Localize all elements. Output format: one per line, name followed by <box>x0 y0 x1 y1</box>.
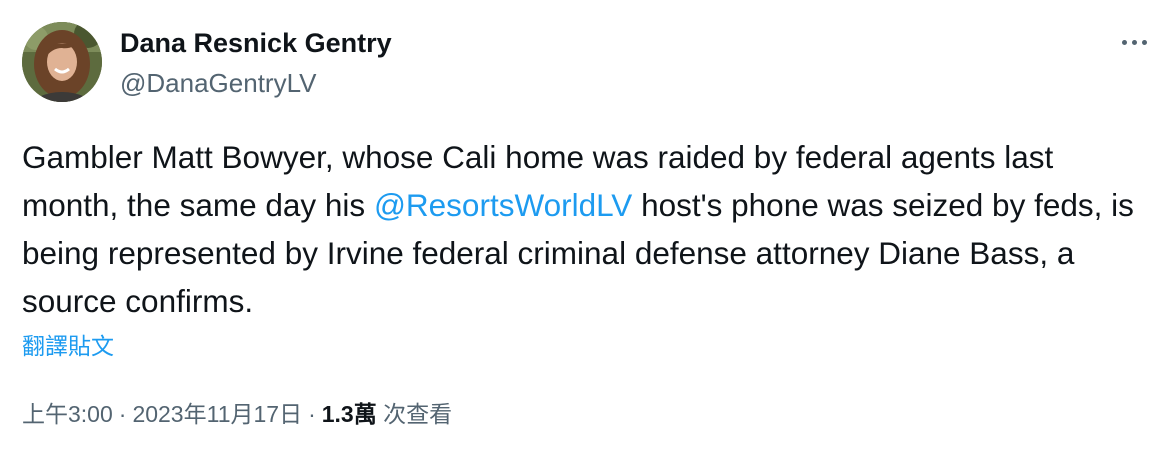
avatar-image <box>22 22 102 102</box>
avatar[interactable] <box>22 22 102 102</box>
translate-post-link[interactable]: 翻譯貼文 <box>22 330 114 362</box>
ellipsis-icon <box>1131 39 1137 45</box>
meta-separator: · <box>118 401 127 427</box>
more-options-button[interactable] <box>1112 30 1156 54</box>
author-name[interactable]: Dana Resnick Gentry <box>120 27 392 59</box>
tweet-card: Dana Resnick Gentry @DanaGentryLV Gamble… <box>0 0 1172 460</box>
author-handle[interactable]: @DanaGentryLV <box>120 68 316 98</box>
ellipsis-icon <box>1121 39 1127 45</box>
mention-link[interactable]: @ResortsWorldLV <box>374 187 632 223</box>
views-count[interactable]: 1.3萬 <box>322 401 377 427</box>
views-label: 次查看 <box>383 401 453 427</box>
meta-separator: · <box>308 401 316 427</box>
tweet-date[interactable]: 2023年11月17日 <box>132 401 302 427</box>
tweet-time[interactable]: 上午3:00 <box>22 401 113 427</box>
tweet-metadata: 上午3:00 · 2023年11月17日 · 1.3萬 次查看 <box>22 398 452 430</box>
tweet-text: Gambler Matt Bowyer, whose Cali home was… <box>22 133 1152 325</box>
ellipsis-icon <box>1141 39 1147 45</box>
